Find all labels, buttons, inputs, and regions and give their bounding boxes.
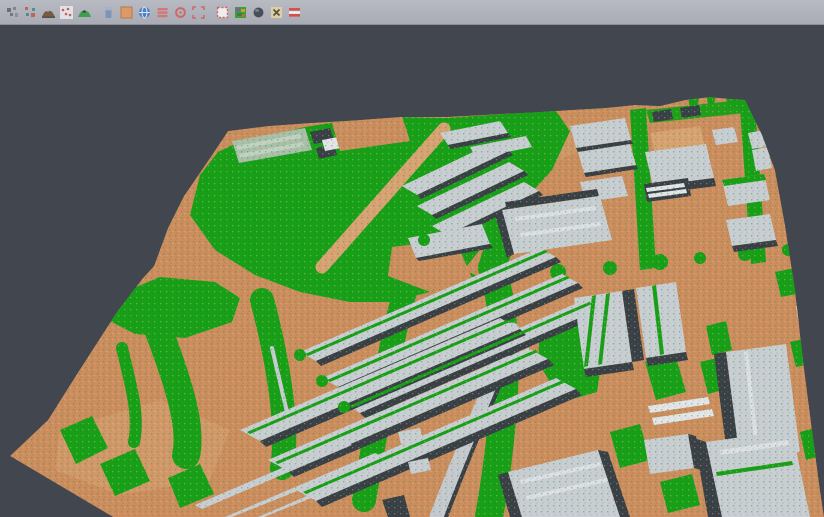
point-cloud-speckle: [10, 97, 824, 517]
layer-stack-icon[interactable]: [155, 5, 170, 20]
ortho-tile-icon[interactable]: [119, 5, 134, 20]
terrain-mound-icon[interactable]: [41, 5, 56, 20]
vegetation-mound-icon[interactable]: [77, 5, 92, 20]
measure-x-icon[interactable]: [269, 5, 284, 20]
sparse-points-icon[interactable]: [59, 5, 74, 20]
dashed-selection-icon[interactable]: [215, 5, 230, 20]
dark-sphere-icon[interactable]: [251, 5, 266, 20]
profile-slab-icon[interactable]: [101, 5, 116, 20]
globe-icon[interactable]: [137, 5, 152, 20]
viewport-3d-canvas[interactable]: [0, 0, 824, 517]
target-ring-icon[interactable]: [173, 5, 188, 20]
toolbar: [0, 0, 824, 25]
classify-pixels-icon[interactable]: [23, 5, 38, 20]
striped-flag-icon[interactable]: [287, 5, 302, 20]
extent-brackets-icon[interactable]: [191, 5, 206, 20]
classified-map-icon[interactable]: [233, 5, 248, 20]
point-pixels-icon[interactable]: [5, 5, 20, 20]
